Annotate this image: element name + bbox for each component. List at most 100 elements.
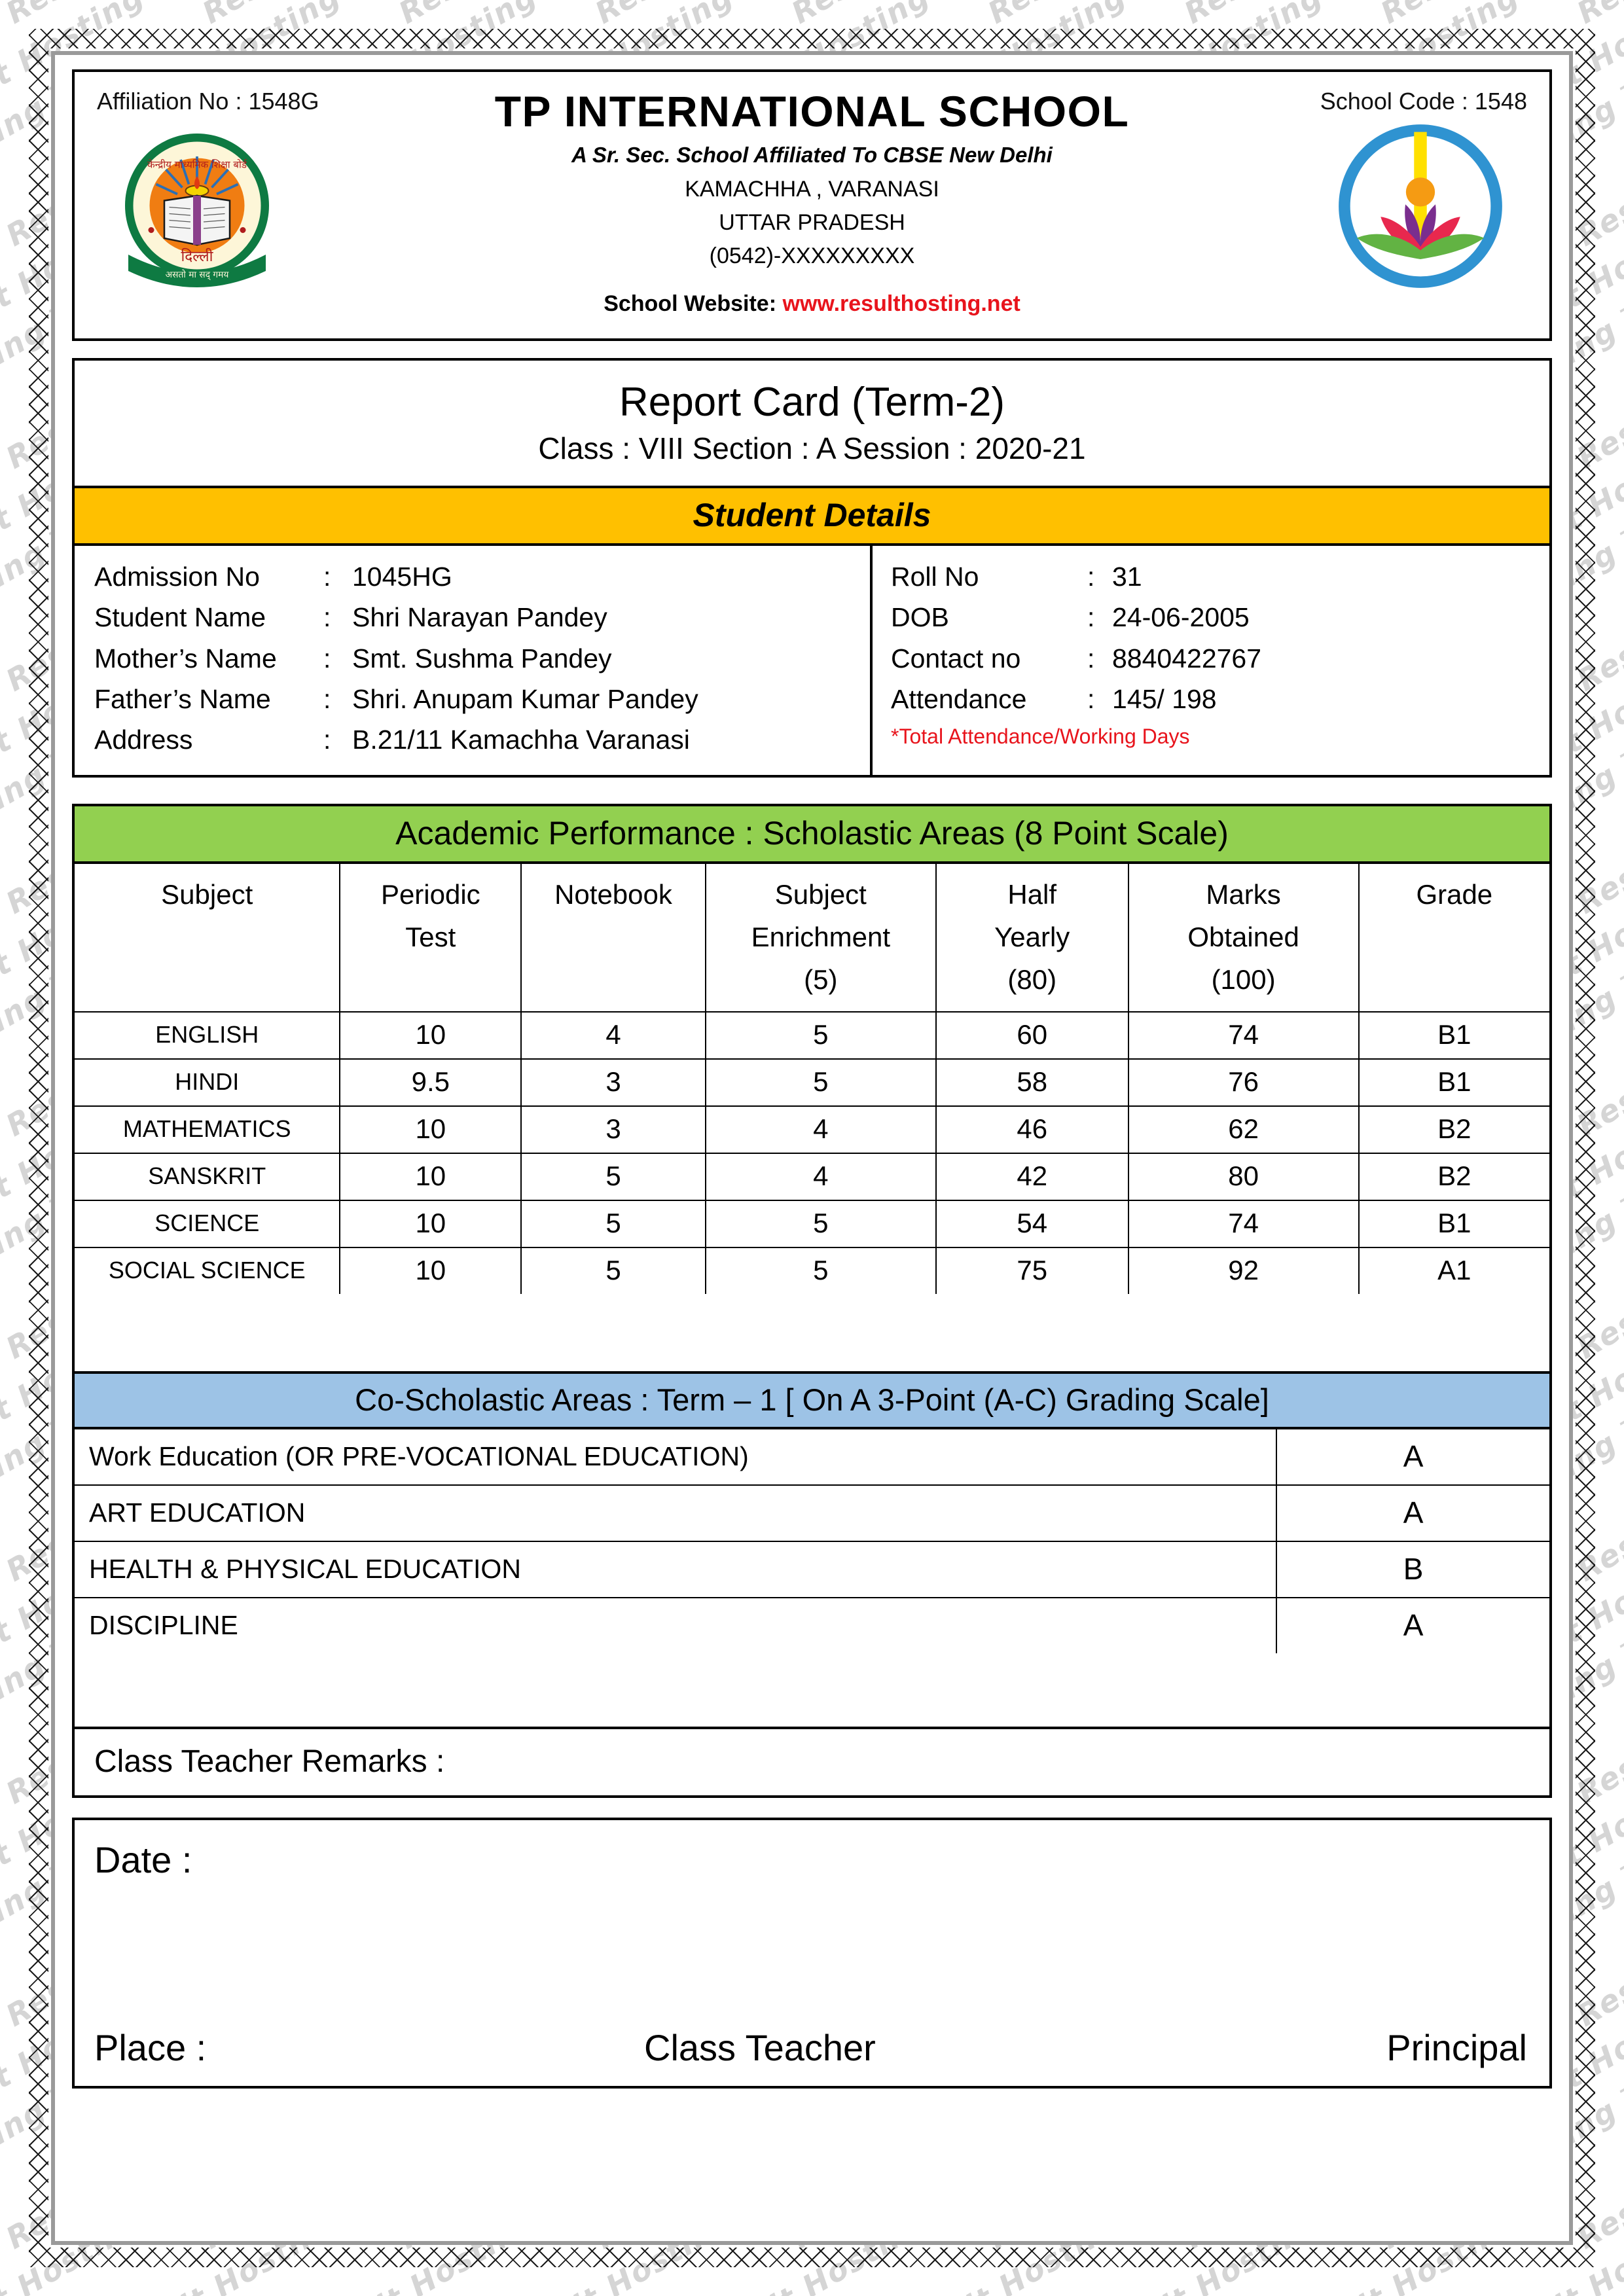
detail-label: Roll No bbox=[891, 562, 979, 592]
student-detail-row: Father’s Name: Shri. Anupam Kumar Pandey bbox=[94, 679, 870, 719]
detail-separator: : bbox=[323, 602, 331, 633]
svg-text:केन्द्रीय माध्यमिक शिक्षा बोर्: केन्द्रीय माध्यमिक शिक्षा बोर्ड bbox=[147, 159, 247, 171]
detail-label: Contact no bbox=[891, 643, 1021, 673]
scholastic-col-header: Subject bbox=[75, 864, 341, 1013]
cell-marks: 62 bbox=[1127, 1105, 1360, 1155]
cell-marks: 74 bbox=[1127, 1200, 1360, 1249]
report-details-block: Report Card (Term-2) Class : VIII Sectio… bbox=[72, 358, 1552, 778]
svg-text:दिल्ली: दिल्ली bbox=[181, 247, 213, 265]
watermark-text: Result Hosting ᵀᴹ bbox=[0, 0, 92, 31]
table-row: HEALTH & PHYSICAL EDUCATION B bbox=[75, 1541, 1549, 1599]
cbse-board-logo: दिल्ली असतो मा सद् गमय केन्द्रीय माध्यमि… bbox=[125, 134, 269, 287]
detail-value: 145/ 198 bbox=[1112, 683, 1217, 714]
detail-label: DOB bbox=[891, 602, 949, 633]
detail-value: B.21/11 Kamachha Varanasi bbox=[352, 725, 690, 755]
website-url[interactable]: www.resulthosting.net bbox=[783, 291, 1020, 316]
detail-value: 31 bbox=[1112, 562, 1142, 592]
class-teacher-remarks[interactable]: Class Teacher Remarks : bbox=[75, 1729, 1549, 1795]
table-row: ENGLISH 10 4 5 60 74 B1 bbox=[75, 1011, 1549, 1060]
detail-value: Shri Narayan Pandey bbox=[352, 602, 607, 633]
table-row: MATHEMATICS 10 3 4 46 62 B2 bbox=[75, 1105, 1549, 1155]
cell-periodic: 10 bbox=[339, 1200, 522, 1249]
table-row: SCIENCE 10 5 5 54 74 B1 bbox=[75, 1200, 1549, 1249]
detail-label: Admission No bbox=[94, 562, 260, 592]
cell-subject: SCIENCE bbox=[75, 1200, 341, 1249]
student-detail-row: DOB:24-06-2005 bbox=[891, 597, 1549, 637]
school-code: School Code : 1548 bbox=[1320, 88, 1527, 115]
cell-notebook: 3 bbox=[520, 1058, 706, 1107]
watermark-text: Result Hosting ᵀᴹ bbox=[1178, 2291, 1467, 2296]
co-scholastic-area-name: Work Education (OR PRE-VOCATIONAL EDUCAT… bbox=[75, 1429, 1278, 1486]
cell-marks: 80 bbox=[1127, 1153, 1360, 1202]
cell-enrichment: 5 bbox=[704, 1011, 937, 1060]
cell-periodic: 10 bbox=[339, 1247, 522, 1295]
scholastic-col-header: Periodic Test bbox=[339, 864, 522, 1013]
scholastic-col-header: Subject Enrichment (5) bbox=[704, 864, 937, 1013]
signature-block: Date : Place : Class Teacher Principal bbox=[72, 1818, 1552, 2089]
detail-separator: : bbox=[1087, 602, 1095, 633]
watermark-text: Result Hosting ᵀᴹ bbox=[196, 2291, 485, 2296]
scholastic-body: ENGLISH 10 4 5 60 74 B1 HINDI 9.5 3 5 58 76 B1 MATHEMA… bbox=[75, 1011, 1549, 1295]
student-details-band: Student Details bbox=[75, 486, 1549, 546]
detail-separator: : bbox=[1087, 562, 1095, 592]
place-field[interactable]: Place : bbox=[75, 2026, 644, 2069]
table-row: DISCIPLINE A bbox=[75, 1597, 1549, 1654]
table-spacer bbox=[75, 1294, 1549, 1371]
watermark-text: Result Hosting ᵀᴹ bbox=[0, 2291, 289, 2296]
cell-half-yearly: 75 bbox=[935, 1247, 1129, 1295]
student-detail-row: Admission No:1045HG bbox=[94, 556, 870, 597]
cell-marks: 76 bbox=[1127, 1058, 1360, 1107]
remarks-spacer bbox=[75, 1653, 1549, 1730]
cell-marks: 74 bbox=[1127, 1011, 1360, 1060]
cell-half-yearly: 42 bbox=[935, 1153, 1129, 1202]
co-scholastic-grade: A bbox=[1276, 1429, 1549, 1486]
performance-block: Academic Performance : Scholastic Areas … bbox=[72, 804, 1552, 1799]
detail-label: Father’s Name bbox=[94, 683, 271, 714]
detail-label: Student Name bbox=[94, 602, 266, 633]
co-scholastic-area-name: ART EDUCATION bbox=[75, 1484, 1278, 1543]
co-scholastic-grade: A bbox=[1276, 1484, 1549, 1543]
cell-periodic: 9.5 bbox=[339, 1058, 522, 1107]
student-detail-row: Contact no:8840422767 bbox=[891, 638, 1549, 679]
table-row: Work Education (OR PRE-VOCATIONAL EDUCAT… bbox=[75, 1429, 1549, 1486]
cell-grade: A1 bbox=[1358, 1247, 1549, 1295]
report-card-page: Affiliation No : 1548G School Code : 154… bbox=[51, 51, 1573, 2245]
cell-grade: B1 bbox=[1358, 1011, 1549, 1060]
cell-notebook: 5 bbox=[520, 1200, 706, 1249]
detail-separator: : bbox=[323, 562, 331, 592]
scholastic-col-header: Grade bbox=[1358, 864, 1549, 1013]
co-scholastic-area-name: DISCIPLINE bbox=[75, 1597, 1278, 1654]
scholastic-col-header: Notebook bbox=[520, 864, 706, 1013]
detail-value: 8840422767 bbox=[1112, 643, 1262, 673]
detail-separator: : bbox=[1087, 643, 1095, 673]
detail-value: 24-06-2005 bbox=[1112, 602, 1250, 633]
cell-half-yearly: 46 bbox=[935, 1105, 1129, 1155]
school-header: Affiliation No : 1548G School Code : 154… bbox=[72, 69, 1552, 341]
watermark-text: Result Hosting ᵀᴹ bbox=[0, 2291, 92, 2296]
scholastic-col-header: Half Yearly (80) bbox=[935, 864, 1129, 1013]
detail-label: Address bbox=[94, 725, 193, 755]
school-city: KAMACHHA , VARANASI bbox=[685, 177, 939, 202]
watermark-text: Result Hosting ᵀᴹ bbox=[982, 2291, 1271, 2296]
date-field[interactable]: Date : bbox=[94, 1839, 192, 1881]
website-label: School Website: bbox=[604, 291, 777, 316]
student-details-right: Roll No:31 DOB:24-06-2005 Contact no:88404… bbox=[870, 546, 1549, 775]
student-detail-row: Student Name: Shri Narayan Pandey bbox=[94, 597, 870, 637]
student-detail-row: Address: B.21/11 Kamachha Varanasi bbox=[94, 719, 870, 760]
table-row: ART EDUCATION A bbox=[75, 1484, 1549, 1543]
cell-notebook: 5 bbox=[520, 1247, 706, 1295]
cell-enrichment: 4 bbox=[704, 1153, 937, 1202]
watermark-text: Result Hosting ᵀᴹ bbox=[982, 0, 1271, 31]
cell-half-yearly: 54 bbox=[935, 1200, 1129, 1249]
watermark-text: Result Hosting ᵀᴹ bbox=[1375, 0, 1624, 31]
scholastic-band: Academic Performance : Scholastic Areas … bbox=[75, 806, 1549, 864]
page-title: Report Card (Term-2) bbox=[619, 380, 1005, 425]
watermark-text: Result Hosting ᵀᴹ bbox=[785, 0, 1074, 31]
co-scholastic-band: Co-Scholastic Areas : Term – 1 [ On A 3-… bbox=[75, 1371, 1549, 1430]
student-detail-row: Roll No:31 bbox=[891, 556, 1549, 597]
watermark-text: Result Hosting ᵀᴹ bbox=[393, 2291, 681, 2296]
remarks-label: Class Teacher Remarks : bbox=[94, 1744, 445, 1780]
detail-separator: : bbox=[323, 643, 331, 673]
cell-notebook: 4 bbox=[520, 1011, 706, 1060]
detail-label: Attendance bbox=[891, 683, 1027, 714]
